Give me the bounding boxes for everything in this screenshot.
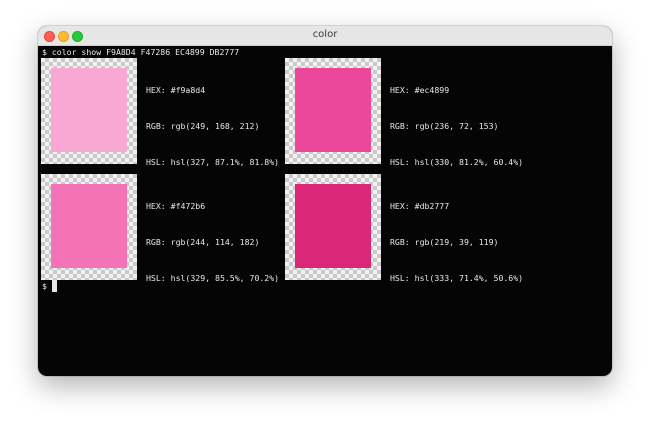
- shell-prompt: $: [42, 281, 47, 291]
- swatch-fill: [295, 68, 371, 152]
- rgb-value: RGB: rgb(236, 72, 153): [390, 121, 499, 131]
- terminal-output[interactable]: $ color show F9A8D4 F47286 EC4899 DB2777…: [38, 46, 612, 376]
- hex-value: HEX: #ec4899: [390, 85, 450, 95]
- hsl-value: HSL: hsl(329, 85.5%, 70.2%): [146, 273, 280, 283]
- hex-value: HEX: #db2777: [390, 201, 450, 211]
- window-title: color: [312, 29, 338, 40]
- hsl-value: HSL: hsl(333, 71.4%, 50.6%): [390, 273, 524, 283]
- color-info: HEX: #f472b6 RGB: rgb(244, 114, 182) HSL…: [146, 176, 279, 308]
- swatch-fill: [295, 184, 371, 268]
- color-swatch: [41, 58, 137, 164]
- color-swatch: [285, 174, 381, 280]
- rgb-value: RGB: rgb(249, 168, 212): [146, 121, 260, 131]
- color-info: HEX: #ec4899 RGB: rgb(236, 72, 153) HSL:…: [390, 60, 523, 192]
- swatch-fill: [51, 68, 127, 152]
- command-line: $ color show F9A8D4 F47286 EC4899 DB2777: [42, 47, 240, 57]
- color-info: HEX: #f9a8d4 RGB: rgb(249, 168, 212) HSL…: [146, 60, 279, 192]
- rgb-value: RGB: rgb(244, 114, 182): [146, 237, 260, 247]
- text-cursor: [52, 280, 57, 292]
- title-bar: color: [38, 26, 612, 46]
- hex-value: HEX: #f9a8d4: [146, 85, 206, 95]
- color-info: HEX: #db2777 RGB: rgb(219, 39, 119) HSL:…: [390, 176, 523, 308]
- color-swatch: [41, 174, 137, 280]
- hsl-value: HSL: hsl(327, 87.1%, 81.8%): [146, 157, 280, 167]
- swatch-fill: [51, 184, 127, 268]
- hsl-value: HSL: hsl(330, 81.2%, 60.4%): [390, 157, 524, 167]
- color-swatch: [285, 58, 381, 164]
- rgb-value: RGB: rgb(219, 39, 119): [390, 237, 499, 247]
- hex-value: HEX: #f472b6: [146, 201, 206, 211]
- terminal-window: color $ color show F9A8D4 F47286 EC4899 …: [38, 26, 612, 376]
